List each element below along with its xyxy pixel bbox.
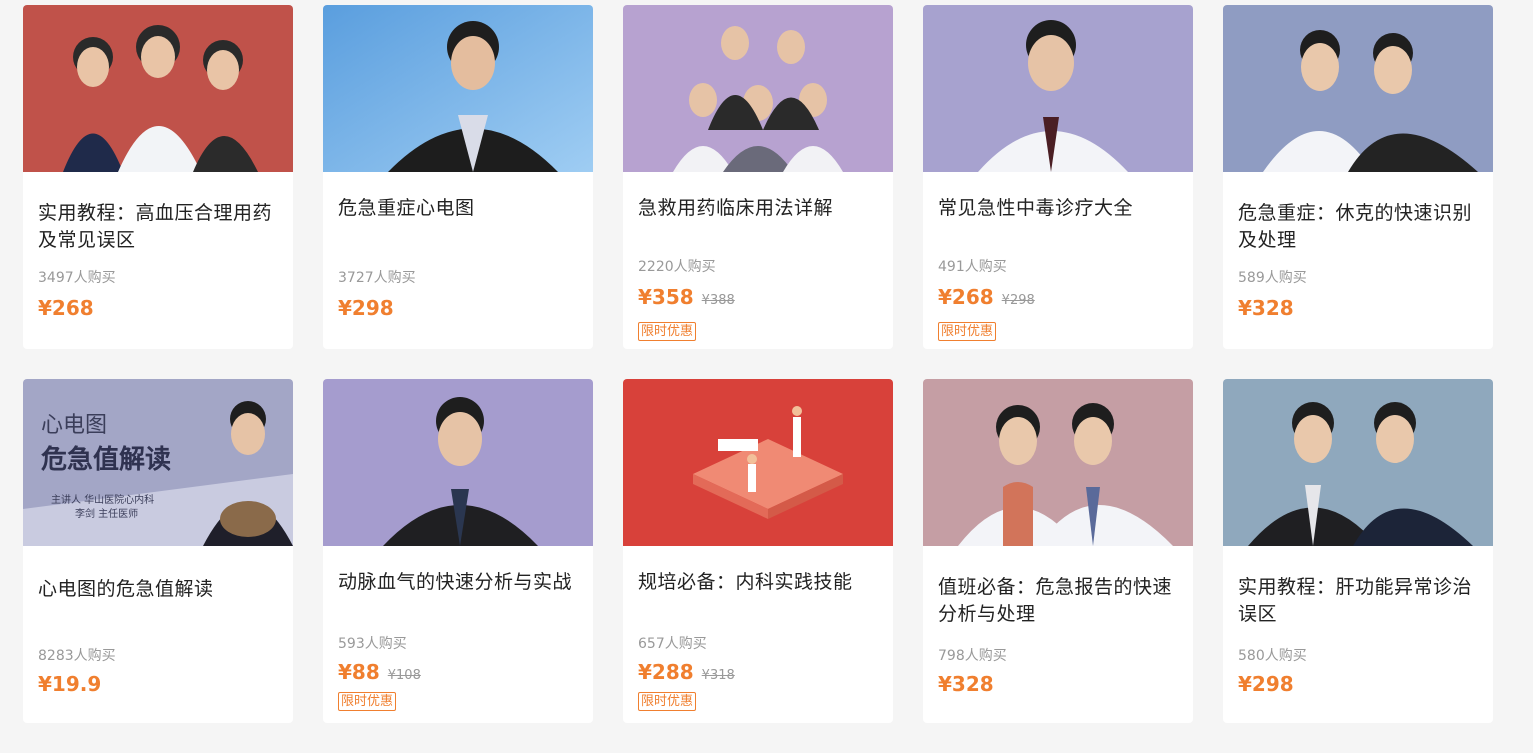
doctor-photo — [623, 5, 893, 172]
purchase-count: 491人购买 — [938, 259, 1007, 275]
original-price: ¥298 — [1001, 293, 1035, 308]
doctor-photo — [323, 379, 593, 546]
purchase-count: 8283人购买 — [38, 648, 116, 664]
price: ¥298 — [1238, 672, 1294, 696]
course-thumbnail[interactable] — [323, 379, 593, 546]
course-card[interactable]: 急救用药临床用法详解 2220人购买 ¥358 ¥388 限时优惠 — [623, 5, 893, 349]
price: ¥298 — [338, 296, 394, 320]
course-title[interactable]: 心电图的危急值解读 — [38, 576, 281, 603]
price-line: ¥268 — [38, 296, 94, 320]
doctor-photo — [323, 5, 593, 172]
purchase-count: 657人购买 — [638, 636, 707, 652]
price-line: ¥358 ¥388 — [638, 285, 735, 309]
course-title[interactable]: 常见急性中毒诊疗大全 — [938, 195, 1181, 222]
course-thumbnail[interactable]: 心电图 危急值解读 主讲人 华山医院心内科 李剑 主任医师 — [23, 379, 293, 546]
price-line: ¥328 — [938, 672, 994, 696]
doctor-photo — [23, 5, 293, 172]
course-title[interactable]: 值班必备：危急报告的快速分析与处理 — [938, 574, 1181, 628]
course-card[interactable]: 危急重症心电图 3727人购买 ¥298 — [323, 5, 593, 349]
course-row-2: 心电图 危急值解读 主讲人 华山医院心内科 李剑 主任医师 心电图的危急值解读 … — [23, 379, 1493, 723]
course-thumbnail[interactable] — [923, 379, 1193, 546]
course-title[interactable]: 急救用药临床用法详解 — [638, 195, 881, 222]
purchase-count: 3497人购买 — [38, 270, 116, 286]
course-card[interactable]: 实用教程：高血压合理用药及常见误区 3497人购买 ¥268 — [23, 5, 293, 349]
original-price: ¥108 — [387, 668, 421, 683]
course-thumbnail[interactable] — [1223, 5, 1493, 172]
price: ¥268 — [938, 285, 994, 309]
price: ¥268 — [38, 296, 94, 320]
course-thumbnail[interactable] — [23, 5, 293, 172]
original-price: ¥388 — [701, 293, 735, 308]
course-title[interactable]: 实用教程：肝功能异常诊治误区 — [1238, 574, 1481, 628]
clinic-illustration — [623, 379, 893, 546]
price: ¥328 — [1238, 296, 1294, 320]
banner-line-3: 主讲人 华山医院心内科 — [51, 495, 155, 506]
purchase-count: 3727人购买 — [338, 270, 416, 286]
purchase-count: 580人购买 — [1238, 648, 1307, 664]
doctor-photo — [923, 5, 1193, 172]
price: ¥19.9 — [38, 672, 102, 696]
price-line: ¥268 ¥298 — [938, 285, 1035, 309]
doctor-photo — [923, 379, 1193, 546]
price-line: ¥88 ¥108 — [338, 660, 421, 684]
limited-offer-badge: 限时优惠 — [938, 322, 997, 341]
purchase-count: 798人购买 — [938, 648, 1007, 664]
course-title[interactable]: 危急重症：休克的快速识别及处理 — [1238, 200, 1481, 254]
doctor-photo — [1223, 5, 1493, 172]
course-title[interactable]: 规培必备：内科实践技能 — [638, 569, 881, 596]
purchase-count: 593人购买 — [338, 636, 407, 652]
course-title[interactable]: 危急重症心电图 — [338, 195, 581, 222]
limited-offer-badge: 限时优惠 — [338, 692, 397, 711]
course-card[interactable]: 规培必备：内科实践技能 657人购买 ¥288 ¥318 限时优惠 — [623, 379, 893, 723]
course-grid: 实用教程：高血压合理用药及常见误区 3497人购买 ¥268 危急重症心电图 3… — [23, 5, 1493, 753]
price-line: ¥298 — [1238, 672, 1294, 696]
doctor-photo — [1223, 379, 1493, 546]
price: ¥328 — [938, 672, 994, 696]
course-thumbnail[interactable] — [623, 379, 893, 546]
course-card[interactable]: 常见急性中毒诊疗大全 491人购买 ¥268 ¥298 限时优惠 — [923, 5, 1193, 349]
course-title[interactable]: 动脉血气的快速分析与实战 — [338, 569, 581, 596]
course-thumbnail[interactable] — [1223, 379, 1493, 546]
course-card[interactable]: 实用教程：肝功能异常诊治误区 580人购买 ¥298 — [1223, 379, 1493, 723]
course-title[interactable]: 实用教程：高血压合理用药及常见误区 — [38, 200, 281, 254]
limited-offer-badge: 限时优惠 — [638, 322, 697, 341]
purchase-count: 589人购买 — [1238, 270, 1307, 286]
original-price: ¥318 — [701, 668, 735, 683]
price-line: ¥19.9 — [38, 672, 101, 696]
price: ¥288 — [638, 660, 694, 684]
purchase-count: 2220人购买 — [638, 259, 716, 275]
price: ¥358 — [638, 285, 694, 309]
price: ¥88 — [338, 660, 380, 684]
price-line: ¥298 — [338, 296, 394, 320]
course-card[interactable]: 值班必备：危急报告的快速分析与处理 798人购买 ¥328 — [923, 379, 1193, 723]
course-row-1: 实用教程：高血压合理用药及常见误区 3497人购买 ¥268 危急重症心电图 3… — [23, 5, 1493, 349]
price-line: ¥328 — [1238, 296, 1294, 320]
banner-line-1: 心电图 — [41, 413, 108, 438]
course-card[interactable]: 心电图 危急值解读 主讲人 华山医院心内科 李剑 主任医师 心电图的危急值解读 … — [23, 379, 293, 723]
course-thumbnail[interactable] — [623, 5, 893, 172]
course-card[interactable]: 动脉血气的快速分析与实战 593人购买 ¥88 ¥108 限时优惠 — [323, 379, 593, 723]
price-line: ¥288 ¥318 — [638, 660, 735, 684]
banner-line-4: 李剑 主任医师 — [75, 509, 139, 520]
course-thumbnail[interactable] — [923, 5, 1193, 172]
limited-offer-badge: 限时优惠 — [638, 692, 697, 711]
course-thumbnail[interactable] — [323, 5, 593, 172]
course-card[interactable]: 危急重症：休克的快速识别及处理 589人购买 ¥328 — [1223, 5, 1493, 349]
banner-line-2: 危急值解读 — [41, 445, 172, 475]
